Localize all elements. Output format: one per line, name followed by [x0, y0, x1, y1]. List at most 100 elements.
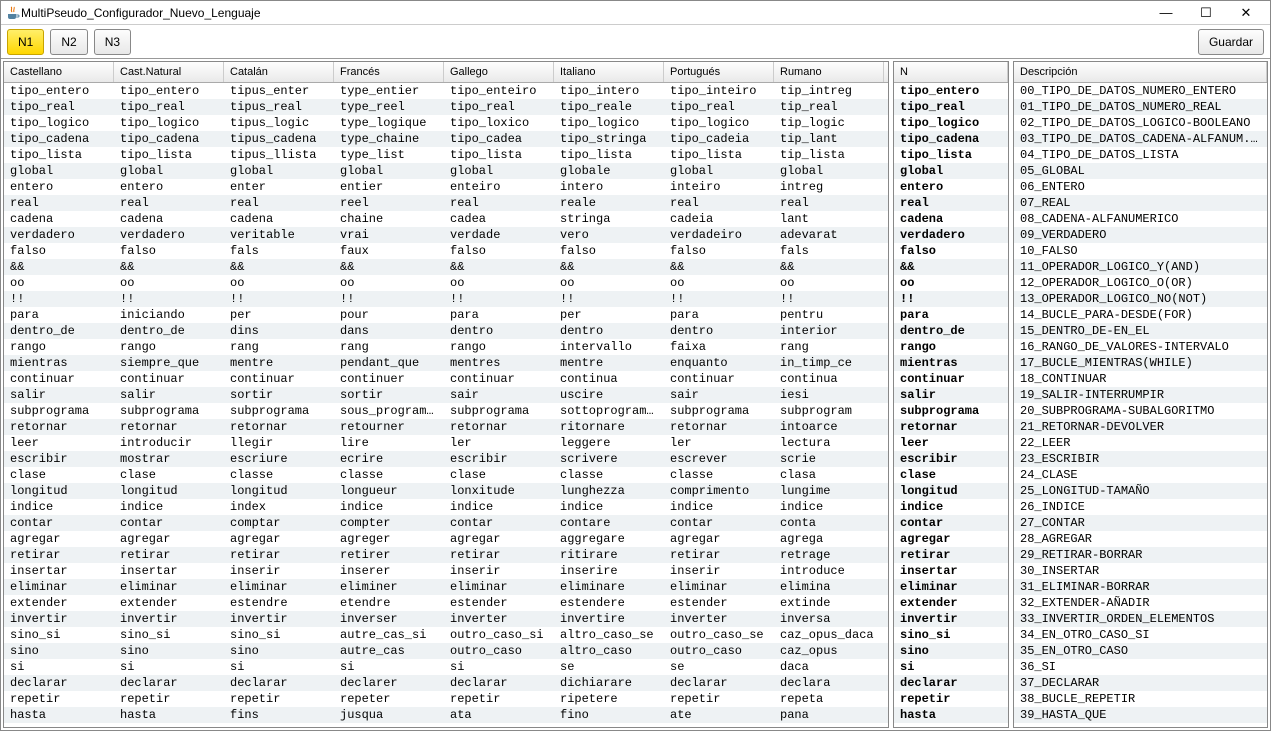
cell[interactable]: longitud	[114, 484, 224, 498]
cell[interactable]: estender	[664, 596, 774, 610]
cell[interactable]: 30_INSERTAR	[1014, 564, 1267, 578]
cell[interactable]: verdadero	[114, 228, 224, 242]
cell[interactable]: escrever	[664, 452, 774, 466]
cell[interactable]: real	[224, 196, 334, 210]
cell[interactable]: eliminar	[444, 580, 554, 594]
cell[interactable]: sino_si	[894, 628, 1008, 642]
cell[interactable]: oo	[774, 276, 884, 290]
cell[interactable]: subprograma	[444, 404, 554, 418]
table-row[interactable]: 09_VERDADERO	[1014, 227, 1267, 243]
cell[interactable]: type_chaine	[334, 132, 444, 146]
cell[interactable]: introduce	[774, 564, 884, 578]
cell[interactable]: rang	[224, 340, 334, 354]
cell[interactable]: agregar	[664, 532, 774, 546]
table-row[interactable]: si	[894, 659, 1008, 675]
cell[interactable]: continua	[774, 372, 884, 386]
cell[interactable]: tipo_inteiro	[664, 84, 774, 98]
cell[interactable]: 21_RETORNAR-DEVOLVER	[1014, 420, 1267, 434]
table-row[interactable]: invertirinvertirinvertirinverserinverter…	[4, 611, 888, 627]
cell[interactable]: retirar	[4, 548, 114, 562]
cell[interactable]: continuar	[444, 372, 554, 386]
cell[interactable]: pendant_que	[334, 356, 444, 370]
cell[interactable]: outro_caso_se	[664, 628, 774, 642]
cell[interactable]: cadeia	[664, 212, 774, 226]
cell[interactable]: verdadero	[4, 228, 114, 242]
n3-button[interactable]: N3	[94, 29, 131, 55]
cell[interactable]: sino	[894, 644, 1008, 658]
cell[interactable]: insertar	[114, 564, 224, 578]
cell[interactable]: continua	[554, 372, 664, 386]
cell[interactable]: hasta	[894, 708, 1008, 722]
table-row[interactable]: 39_HASTA_QUE	[1014, 707, 1267, 723]
cell[interactable]: si	[4, 660, 114, 674]
cell[interactable]: oo	[554, 276, 664, 290]
cell[interactable]: declara	[774, 676, 884, 690]
cell[interactable]: rango	[4, 340, 114, 354]
cell[interactable]: se	[554, 660, 664, 674]
cell[interactable]: 36_SI	[1014, 660, 1267, 674]
cell[interactable]: contar	[894, 516, 1008, 530]
cell[interactable]: longueur	[334, 484, 444, 498]
cell[interactable]: declarar	[114, 676, 224, 690]
cell[interactable]: ler	[664, 436, 774, 450]
cell[interactable]: real	[4, 196, 114, 210]
table-row[interactable]: sino_si	[894, 627, 1008, 643]
cell[interactable]: ata	[444, 708, 554, 722]
cell[interactable]: oo	[334, 276, 444, 290]
table-row[interactable]: longitud	[894, 483, 1008, 499]
lang-col-header[interactable]: Cast.Natural	[114, 62, 224, 82]
cell[interactable]: jusqua	[334, 708, 444, 722]
table-row[interactable]: global	[894, 163, 1008, 179]
cell[interactable]: global	[4, 164, 114, 178]
cell[interactable]: &&	[444, 260, 554, 274]
cell[interactable]: 06_ENTERO	[1014, 180, 1267, 194]
cell[interactable]: global	[334, 164, 444, 178]
table-row[interactable]: enteroenteroenterentierenteirointerointe…	[4, 179, 888, 195]
cell[interactable]: intervallo	[554, 340, 664, 354]
cell[interactable]: global	[444, 164, 554, 178]
cell[interactable]: aggregare	[554, 532, 664, 546]
cell[interactable]: altro_caso	[554, 644, 664, 658]
cell[interactable]: tipo_logico	[554, 116, 664, 130]
cell[interactable]: global	[224, 164, 334, 178]
cell[interactable]: 35_EN_OTRO_CASO	[1014, 644, 1267, 658]
table-row[interactable]: para	[894, 307, 1008, 323]
cell[interactable]: para	[664, 308, 774, 322]
table-row[interactable]: falso	[894, 243, 1008, 259]
table-row[interactable]: 30_INSERTAR	[1014, 563, 1267, 579]
cell[interactable]: longitud	[224, 484, 334, 498]
cell[interactable]: tipo_reale	[554, 100, 664, 114]
cell[interactable]: 09_VERDADERO	[1014, 228, 1267, 242]
cell[interactable]: repeter	[334, 692, 444, 706]
cell[interactable]: dentro_de	[4, 324, 114, 338]
cell[interactable]: dentro_de	[894, 324, 1008, 338]
table-row[interactable]: mientras	[894, 355, 1008, 371]
cell[interactable]: ritirare	[554, 548, 664, 562]
cell[interactable]: falso	[894, 244, 1008, 258]
cell[interactable]: falso	[4, 244, 114, 258]
cell[interactable]: salir	[894, 388, 1008, 402]
table-row[interactable]: 04_TIPO_DE_DATOS_LISTA	[1014, 147, 1267, 163]
cell[interactable]: fals	[224, 244, 334, 258]
cell[interactable]: 02_TIPO_DE_DATOS_LOGICO-BOOLEANO	[1014, 116, 1267, 130]
table-row[interactable]: 07_REAL	[1014, 195, 1267, 211]
cell[interactable]: mientras	[4, 356, 114, 370]
cell[interactable]: dichiarare	[554, 676, 664, 690]
cell[interactable]: sino_si	[224, 628, 334, 642]
table-row[interactable]: oooooooooooooooo	[4, 275, 888, 291]
table-row[interactable]: 22_LEER	[1014, 435, 1267, 451]
table-row[interactable]: salir	[894, 387, 1008, 403]
cell[interactable]: agregar	[4, 532, 114, 546]
table-row[interactable]: salirsalirsortirsortirsairusciresairiesi	[4, 387, 888, 403]
cell[interactable]: retirer	[334, 548, 444, 562]
cell[interactable]: tipo_entero	[114, 84, 224, 98]
table-row[interactable]: hastahastafinsjusquaatafinoatepana	[4, 707, 888, 723]
cell[interactable]: oo	[894, 276, 1008, 290]
cell[interactable]: indice	[554, 500, 664, 514]
cell[interactable]: ler	[444, 436, 554, 450]
cell[interactable]: rang	[774, 340, 884, 354]
cell[interactable]: si	[894, 660, 1008, 674]
cell[interactable]: continuar	[4, 372, 114, 386]
cell[interactable]: tipo_real	[4, 100, 114, 114]
table-row[interactable]: 29_RETIRAR-BORRAR	[1014, 547, 1267, 563]
